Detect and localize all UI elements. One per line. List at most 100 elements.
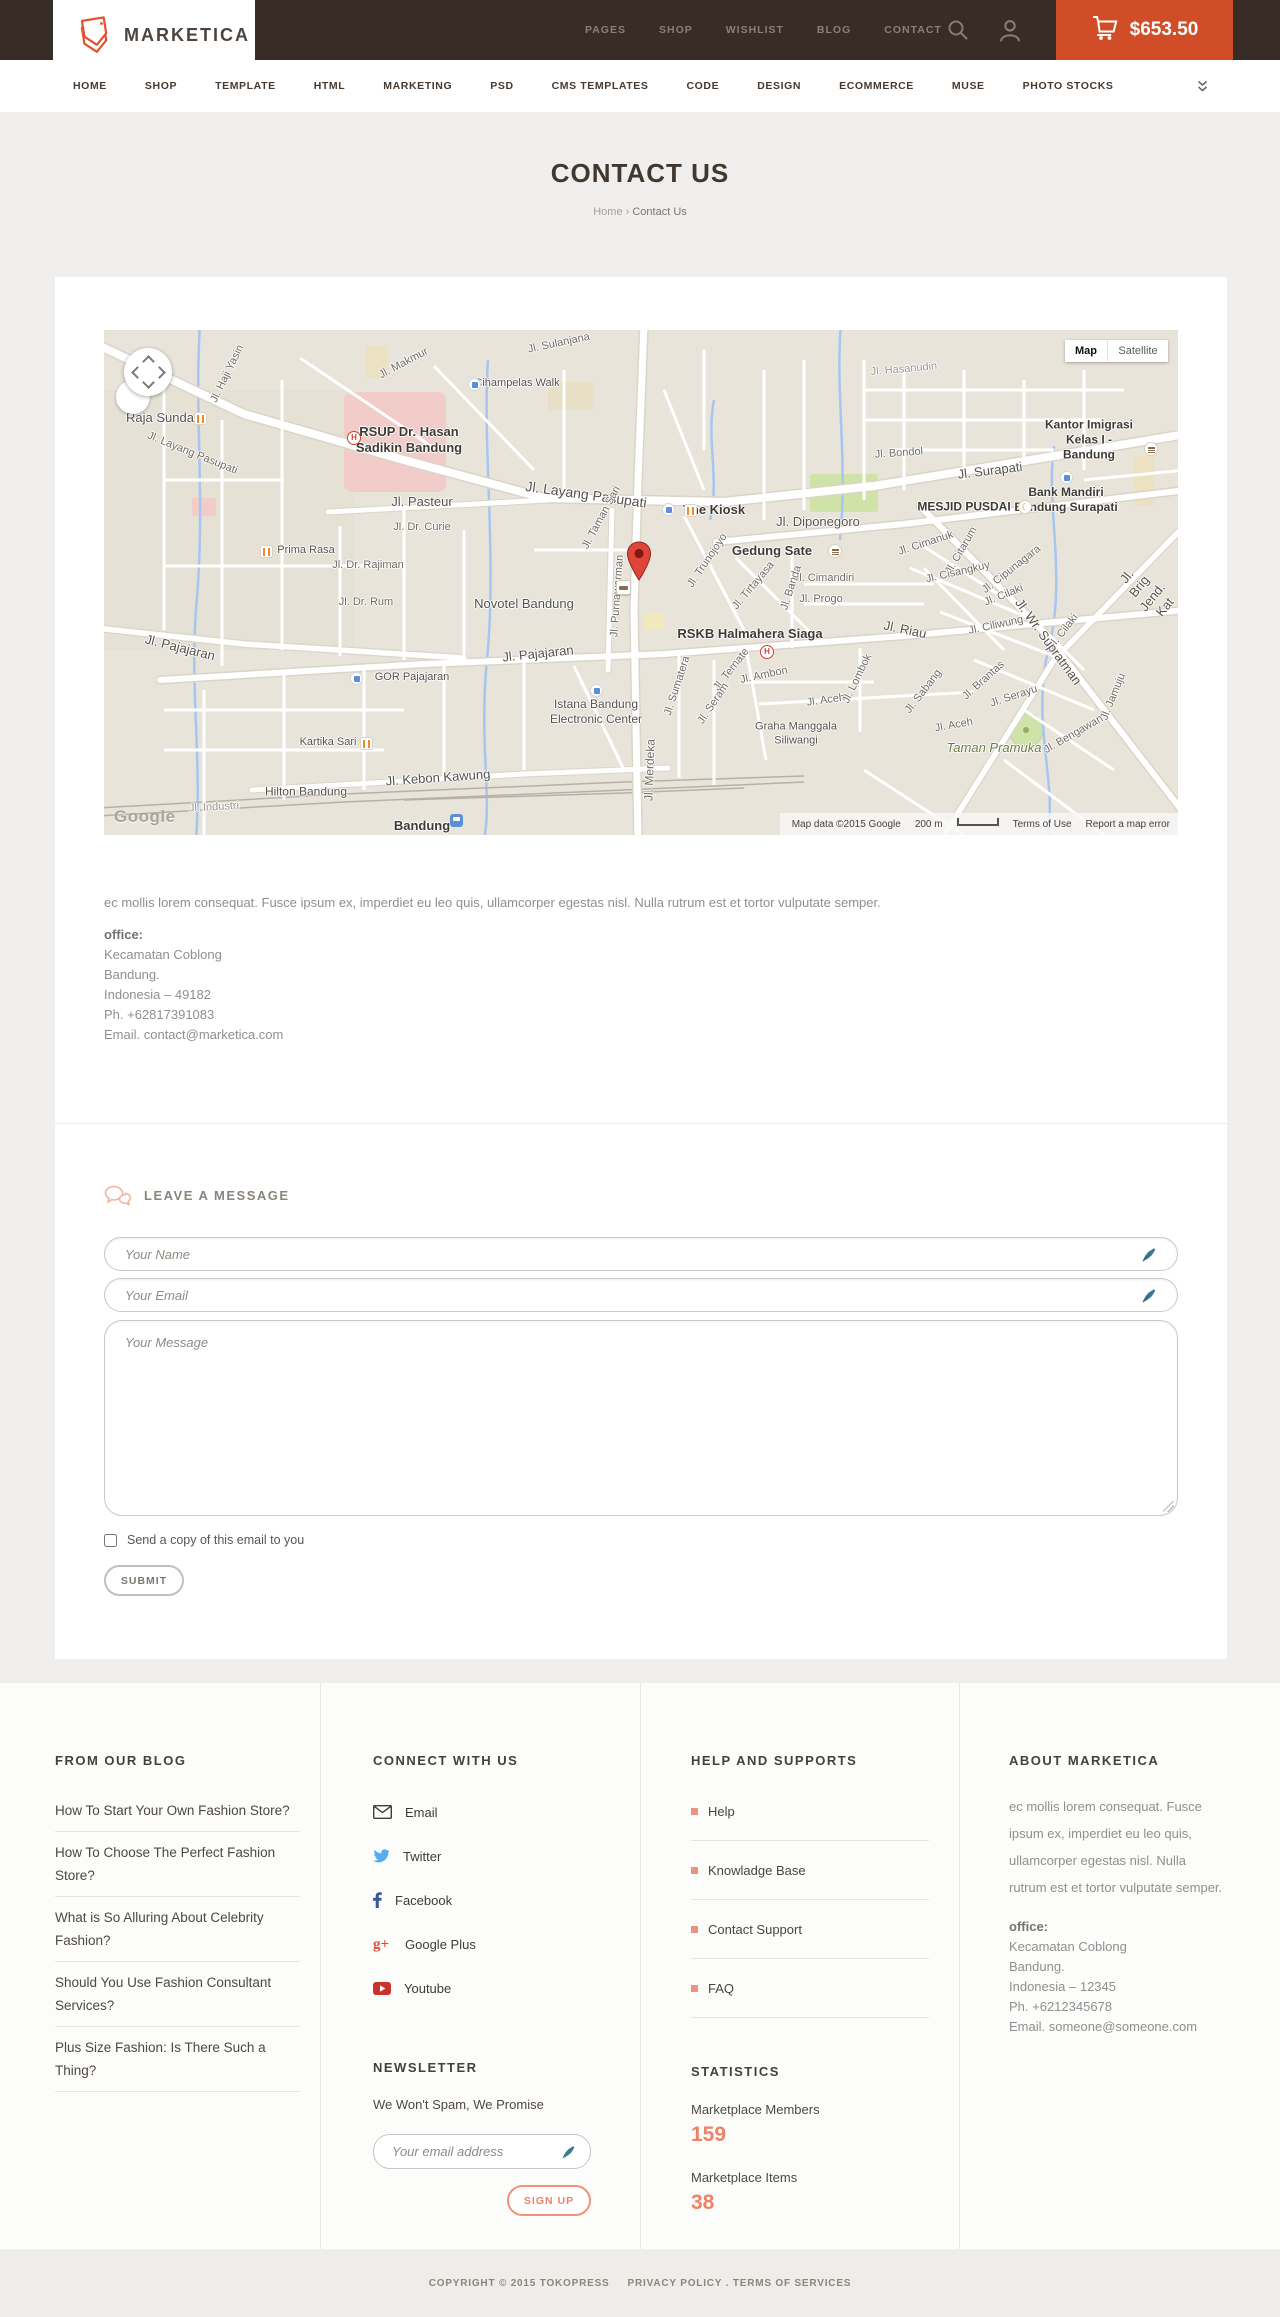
catnav-home[interactable]: HOME xyxy=(73,80,107,92)
catnav-ecommerce[interactable]: ECOMMERCE xyxy=(839,80,914,92)
catnav-template[interactable]: TEMPLATE xyxy=(215,80,276,92)
main-nav: PAGES SHOP WISHLIST BLOG CONTACT xyxy=(585,0,942,60)
map-label: Jl. Purnawarman xyxy=(608,554,626,638)
catnav-photo-stocks[interactable]: PHOTO STOCKS xyxy=(1023,80,1114,92)
terms-of-use-link[interactable]: Terms of Use xyxy=(1013,819,1072,830)
cart-button[interactable]: $653.50 xyxy=(1056,0,1233,60)
social-list: Email Twitter Facebook g+ Google Plus Yo… xyxy=(373,1790,595,2010)
help-link[interactable]: Help xyxy=(691,1804,929,1841)
nav-shop[interactable]: SHOP xyxy=(659,24,693,36)
help-heading: HELP AND SUPPORTS xyxy=(691,1753,858,1768)
location-marker-icon[interactable] xyxy=(626,540,652,589)
blog-link[interactable]: How To Choose The Perfect Fashion Store? xyxy=(55,1841,300,1897)
social-facebook[interactable]: Facebook xyxy=(373,1878,595,1922)
social-email[interactable]: Email xyxy=(373,1790,595,1834)
address-line: Kecamatan Coblong xyxy=(1009,1939,1127,1954)
catnav-html[interactable]: HTML xyxy=(314,80,346,92)
map-data-credit: Map data ©2015 Google xyxy=(791,818,901,830)
address-line: Bandung. xyxy=(1009,1959,1065,1974)
nav-pages[interactable]: PAGES xyxy=(585,24,626,36)
government-icon xyxy=(828,544,842,558)
map-label: Jl. Lombok xyxy=(840,652,875,706)
speech-bubbles-icon xyxy=(104,1185,132,1206)
logo[interactable]: MARKETICA xyxy=(53,0,255,71)
help-link[interactable]: Contact Support xyxy=(691,1922,929,1959)
send-copy-checkbox[interactable] xyxy=(104,1533,117,1547)
blog-link[interactable]: Should You Use Fashion Consultant Servic… xyxy=(55,1971,300,2027)
map-label: Jl. Ciliwung xyxy=(967,613,1025,637)
pen-icon xyxy=(1141,1288,1157,1309)
chevron-up-icon[interactable] xyxy=(142,355,155,368)
map-label: Jl. Dr. Curie xyxy=(393,521,451,534)
pen-icon xyxy=(561,2145,576,2165)
google-map[interactable]: Cihampelas Walk Jl. Hasanudin Jl. Sulanjan… xyxy=(104,330,1178,835)
satellite-view-button[interactable]: Satellite xyxy=(1108,340,1168,362)
blog-link[interactable]: Plus Size Fashion: Is There Such a Thing… xyxy=(55,2036,300,2092)
chevron-right-icon[interactable] xyxy=(153,366,166,379)
map-label: Jl. Layang Pasupati xyxy=(524,477,648,511)
policy-links[interactable]: PRIVACY POLICY . TERMS OF SERVICES xyxy=(628,2278,852,2289)
map-label: Jl. Kebon Kawung xyxy=(385,766,491,789)
map-label: Taman Pramuka xyxy=(946,739,1042,755)
blog-link[interactable]: What is So Alluring About Celebrity Fash… xyxy=(55,1906,300,1962)
catnav-cms-templates[interactable]: CMS TEMPLATES xyxy=(552,80,649,92)
signup-button[interactable]: SIGN UP xyxy=(507,2185,591,2216)
restaurant-icon xyxy=(360,737,373,750)
catnav-muse[interactable]: MUSE xyxy=(952,80,985,92)
footer-divider xyxy=(640,1683,641,2249)
catnav-psd[interactable]: PSD xyxy=(490,80,513,92)
message-input[interactable] xyxy=(105,1321,1177,1515)
bank-icon xyxy=(1060,471,1073,484)
map-label: Jl. Aceh xyxy=(933,715,974,735)
social-twitter[interactable]: Twitter xyxy=(373,1834,595,1878)
help-link[interactable]: Knowladge Base xyxy=(691,1863,929,1900)
map-label: Jl. Progo xyxy=(799,593,843,606)
blog-link[interactable]: How To Start Your Own Fashion Store? xyxy=(55,1799,300,1832)
breadcrumb-home[interactable]: Home xyxy=(593,206,622,218)
report-map-error-link[interactable]: Report a map error xyxy=(1086,819,1170,830)
statistics-heading: STATISTICS xyxy=(691,2064,780,2079)
catnav-design[interactable]: DESIGN xyxy=(757,80,801,92)
catnav-marketing[interactable]: MARKETING xyxy=(383,80,452,92)
newsletter-email-input[interactable] xyxy=(374,2135,590,2168)
newsletter-heading: NEWSLETTER xyxy=(373,2060,478,2075)
members-value: 159 xyxy=(691,2123,727,2146)
restaurant-icon xyxy=(684,504,697,517)
footer-about-column: ABOUT MARKETICA ec mollis lorem consequa… xyxy=(1009,1753,1227,2037)
catnav-shop[interactable]: SHOP xyxy=(145,80,177,92)
items-label: Marketplace Items xyxy=(691,2170,798,2185)
resize-grip-icon[interactable] xyxy=(1163,1501,1174,1512)
breadcrumb-separator: › xyxy=(625,206,630,218)
map-label: Jl. Aceh xyxy=(805,691,846,709)
name-input[interactable] xyxy=(105,1238,1177,1270)
social-youtube[interactable]: Youtube xyxy=(373,1966,595,2010)
send-copy-label[interactable]: Send a copy of this email to you xyxy=(127,1533,304,1547)
map-label: Jl. Bengawan xyxy=(1041,712,1106,756)
map-label: Jl. Surapati xyxy=(956,458,1024,482)
map-label: Jl. Seram xyxy=(695,680,732,727)
nav-blog[interactable]: BLOG xyxy=(817,24,851,36)
nav-wishlist[interactable]: WISHLIST xyxy=(726,24,784,36)
map-label: Kantor Imigrasi Kelas I - Bandung xyxy=(1044,417,1134,462)
newsletter-promise: We Won't Spam, We Promise xyxy=(373,2097,544,2112)
chevron-down-icon[interactable] xyxy=(142,376,155,389)
social-google-plus[interactable]: g+ Google Plus xyxy=(373,1922,595,1966)
user-icon[interactable] xyxy=(996,16,1024,44)
shopping-icon xyxy=(350,672,363,685)
map-label: Jl. Dr. Rum xyxy=(338,596,394,609)
chevron-left-icon[interactable] xyxy=(131,366,144,379)
name-field-wrap xyxy=(104,1237,1178,1271)
search-icon[interactable] xyxy=(944,16,972,44)
message-field-wrap xyxy=(104,1320,1178,1516)
submit-button[interactable]: SUBMIT xyxy=(104,1565,184,1596)
help-link[interactable]: FAQ xyxy=(691,1981,929,2018)
catnav-code[interactable]: CODE xyxy=(686,80,719,92)
map-pan-control[interactable] xyxy=(124,348,172,396)
email-input[interactable] xyxy=(105,1279,1177,1311)
facebook-icon xyxy=(373,1892,382,1908)
breadcrumb-current: Contact Us xyxy=(632,206,687,218)
map-label: Jl. Pajajaran xyxy=(143,631,217,664)
double-chevron-down-icon[interactable] xyxy=(1197,80,1208,98)
nav-contact[interactable]: CONTACT xyxy=(884,24,942,36)
map-view-button[interactable]: Map xyxy=(1065,340,1108,362)
